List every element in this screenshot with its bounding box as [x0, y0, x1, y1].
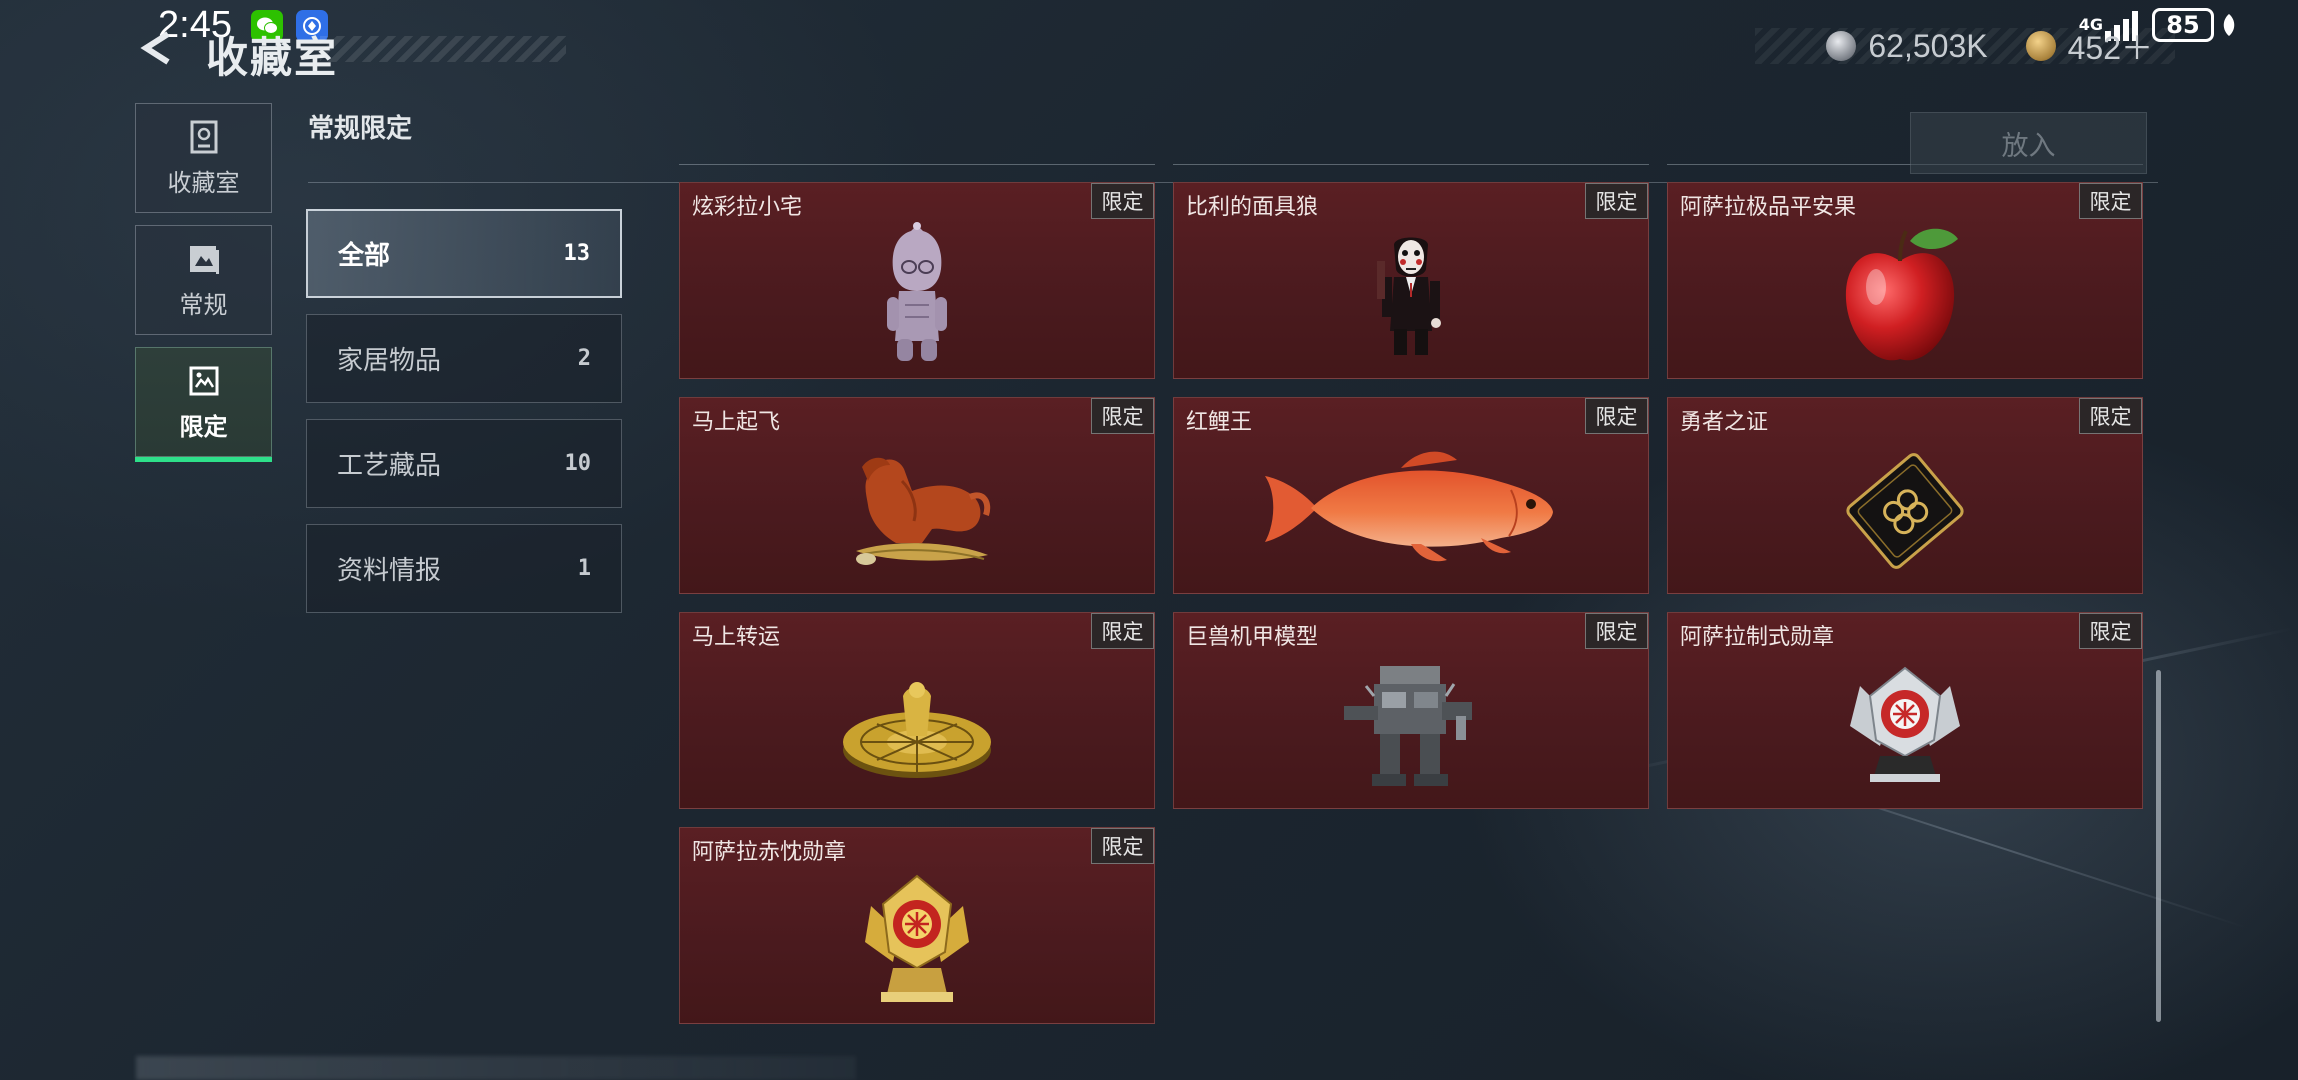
- mech-model-icon: [1174, 643, 1648, 808]
- item-card[interactable]: 勇者之证 限定: [1667, 397, 2143, 594]
- category-crafts[interactable]: 工艺藏品 10: [306, 419, 622, 508]
- item-card[interactable]: 马上转运 限定: [679, 612, 1155, 809]
- back-arrow-icon: [140, 31, 170, 65]
- silver-coin-icon: [1826, 31, 1857, 61]
- power-saving-leaf-icon: [2223, 14, 2235, 36]
- limited-gallery-icon: [186, 363, 222, 399]
- horse-statue-icon: [680, 428, 1154, 593]
- apple-icon: [1668, 213, 2142, 378]
- category-count: 13: [563, 241, 591, 266]
- category-count: 10: [564, 451, 592, 476]
- category-label: 家居物品: [337, 346, 442, 376]
- category-home-items[interactable]: 家居物品 2: [306, 314, 622, 403]
- gold-currency-value[interactable]: 452＋: [2068, 23, 2153, 69]
- currency-bar: 62,503K 452＋: [1755, 27, 2175, 66]
- nav-label: 收藏室: [167, 168, 240, 197]
- item-card[interactable]: 阿萨拉制式勋章 限定: [1667, 612, 2143, 809]
- nav-tab-collection-room[interactable]: 收藏室: [135, 103, 272, 213]
- item-card[interactable]: 巨兽机甲模型 限定: [1173, 612, 1649, 809]
- item-card[interactable]: 红鲤王 限定: [1173, 397, 1649, 594]
- back-button[interactable]: [134, 24, 182, 72]
- section-title: 常规限定: [308, 114, 413, 144]
- item-card[interactable]: 阿萨拉赤忱勋章 限定: [679, 827, 1155, 1024]
- category-all[interactable]: 全部 13: [306, 209, 622, 298]
- item-card[interactable]: 炫彩拉小宅 限定: [679, 182, 1155, 379]
- nav-tab-limited[interactable]: 限定: [135, 347, 272, 462]
- gold-medal-icon: [680, 858, 1154, 1023]
- title-decoration: [320, 36, 566, 62]
- silver-medal-icon: [1668, 643, 2142, 808]
- category-label: 工艺藏品: [337, 451, 442, 481]
- nav-tab-regular[interactable]: 常规: [135, 225, 272, 335]
- puppet-icon: [1174, 213, 1648, 378]
- grid-top-divider: [679, 164, 1155, 165]
- nav-label: 常规: [179, 290, 228, 319]
- put-in-button[interactable]: 放入: [1910, 112, 2147, 174]
- item-card[interactable]: 马上起飞 限定: [679, 397, 1155, 594]
- gold-coin-icon: [2025, 31, 2056, 61]
- item-card[interactable]: 比利的面具狼 限定: [1173, 182, 1649, 379]
- grid-top-divider: [1173, 164, 1649, 165]
- bottom-status-strip: [136, 1056, 856, 1080]
- category-label: 资料情报: [337, 556, 442, 586]
- category-label: 全部: [338, 241, 391, 271]
- gold-disc-icon: [680, 643, 1154, 808]
- item-card[interactable]: 阿萨拉极品平安果 限定: [1667, 182, 2143, 379]
- collection-room-icon: [186, 119, 222, 155]
- grid-scrollbar[interactable]: [2156, 670, 2161, 1022]
- category-intel[interactable]: 资料情报 1: [306, 524, 622, 613]
- regular-album-icon: [186, 241, 222, 277]
- carp-fish-icon: [1174, 428, 1648, 593]
- page-title: 收藏室: [206, 33, 339, 82]
- category-count: 2: [577, 346, 591, 371]
- nav-label: 限定: [179, 412, 228, 441]
- category-count: 1: [577, 556, 591, 581]
- silver-currency-value: 62,503K: [1868, 27, 1988, 64]
- brave-card-icon: [1668, 428, 2142, 593]
- figurine-icon: [680, 213, 1154, 378]
